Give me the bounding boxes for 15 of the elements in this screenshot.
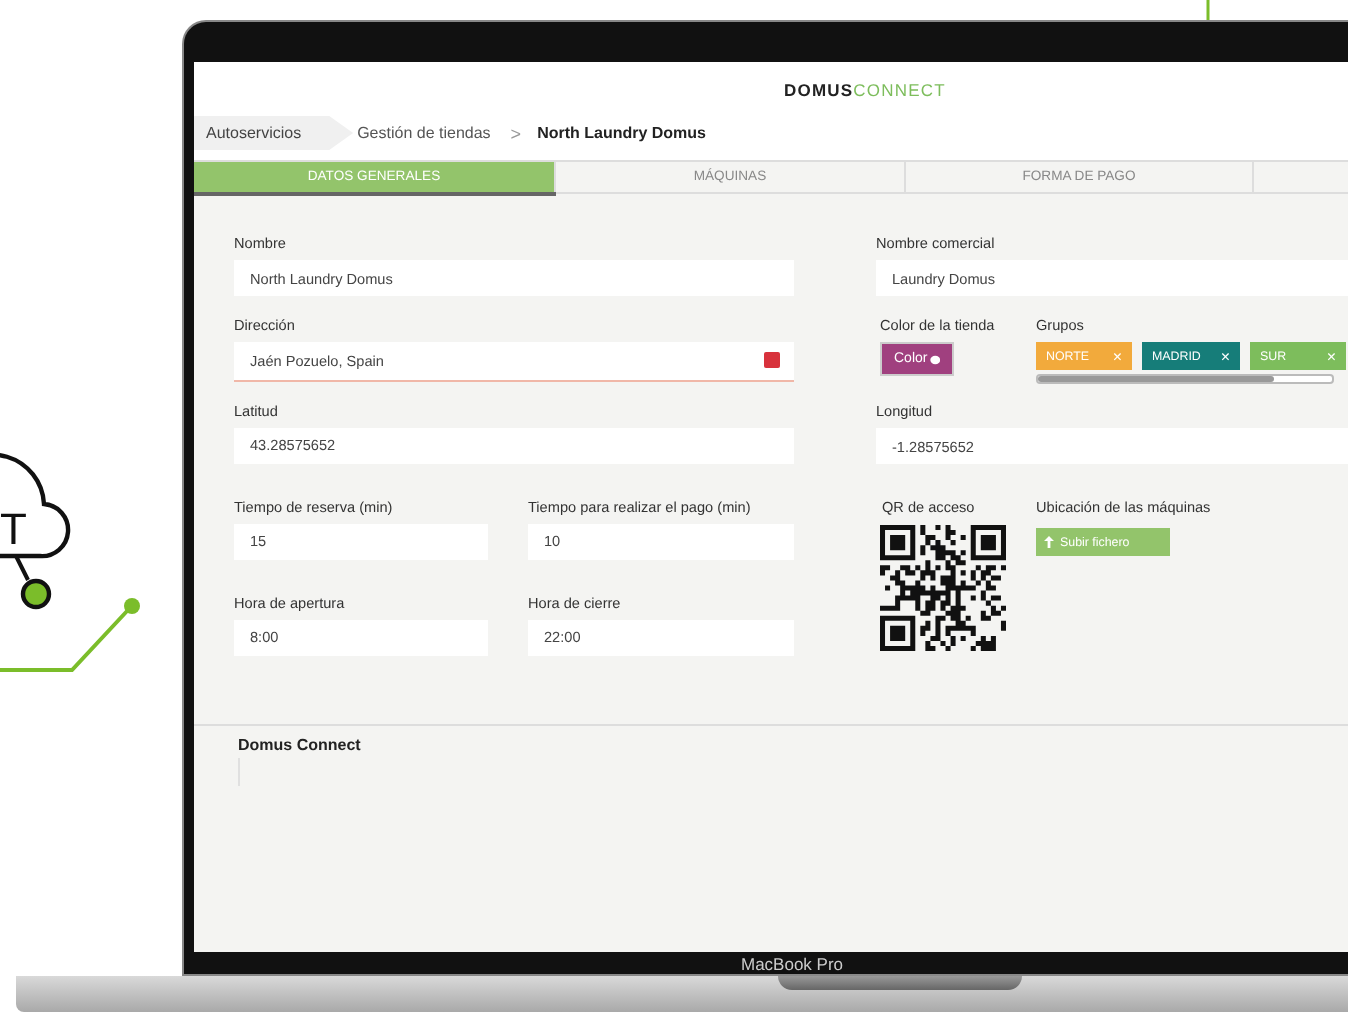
remove-button[interactable]: × [1220, 347, 1230, 365]
breadcrumb-separator: > [510, 123, 522, 143]
breadcrumb-link[interactable]: Gestión de tiendas [357, 124, 491, 142]
qr-code [880, 524, 1006, 652]
footer-title: Domus Connect [238, 736, 363, 754]
cloud-label: T [0, 504, 27, 554]
app-logo: DOMUSCONNECT [784, 80, 946, 100]
breadcrumb-current: North Laundry Domus [537, 124, 707, 142]
upload-icon [1044, 536, 1054, 548]
device-label: MacBook Pro [740, 954, 844, 974]
breadcrumb-link[interactable]: Autoservicios [194, 116, 354, 150]
scrollbar[interactable] [1036, 374, 1334, 384]
leader-line [0, 598, 140, 672]
palette-icon [929, 353, 940, 365]
error-icon [764, 352, 780, 368]
